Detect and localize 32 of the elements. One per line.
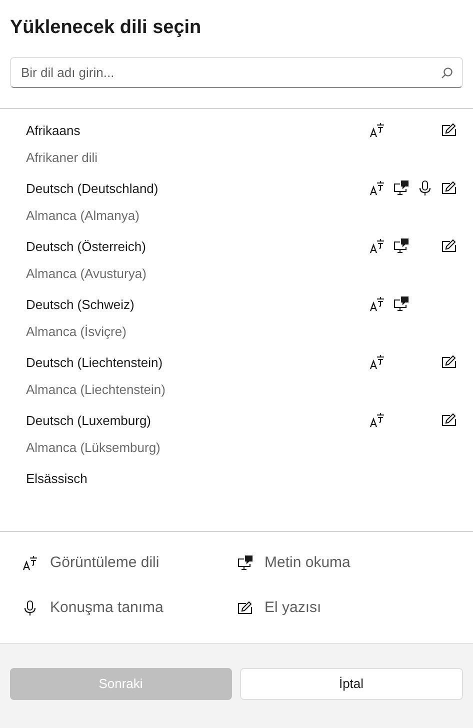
legend-label: Metin okuma [264,553,350,573]
language-name: Deutsch (Liechtenstein) [26,354,164,372]
language-translation: Almanca (Lüksemburg) [26,439,162,457]
language-item[interactable]: Deutsch (Österreich) Almanca (Avusturya) [0,236,473,294]
pen-box-icon [236,600,252,616]
language-item[interactable]: Deutsch (Liechtenstein) Almanca (Liechtenstein) [0,352,473,410]
microphone-icon [22,600,38,616]
language-name: Deutsch (Luxemburg) [26,412,152,430]
legend-label: El yazısı [264,598,322,618]
monitor-speech-icon [236,555,252,572]
language-translation: Afrikaner dili [26,149,99,167]
language-item[interactable]: Deutsch (Deutschland) Almanca (Almanya) [0,178,473,236]
language-item[interactable]: Deutsch (Luxemburg) Almanca (Lüksemburg) [0,410,473,468]
legend-label: Konuşma tanıma [50,598,164,618]
search-icon [441,66,453,78]
language-name: Deutsch (Deutschland) [26,180,160,198]
language-translation: Almanca (Liechtenstein) [26,381,166,399]
language-translation: Almanca (Almanya) [26,207,140,225]
cancel-button[interactable]: İptal [240,668,463,700]
font-language-icon [22,555,38,572]
language-item[interactable]: Afrikaans Afrikaner dili [0,120,473,178]
language-item[interactable]: Elsässisch [0,468,473,526]
language-name: Deutsch (Österreich) [26,238,147,256]
language-translation: Almanca (Avusturya) [26,265,148,283]
legend-label: Görüntüleme dili [50,553,160,573]
language-name: Afrikaans [26,122,82,140]
language-name: Deutsch (Schweiz) [26,296,136,314]
search-field[interactable]: Bir dil adı girin... [10,56,463,88]
language-name: Elsässisch [26,470,88,488]
dialog-title: Yüklenecek dili seçin [10,16,202,40]
language-item[interactable]: Deutsch (Schweiz) Almanca (İsviçre) [0,294,473,352]
language-translation: Almanca (İsviçre) [26,323,128,341]
